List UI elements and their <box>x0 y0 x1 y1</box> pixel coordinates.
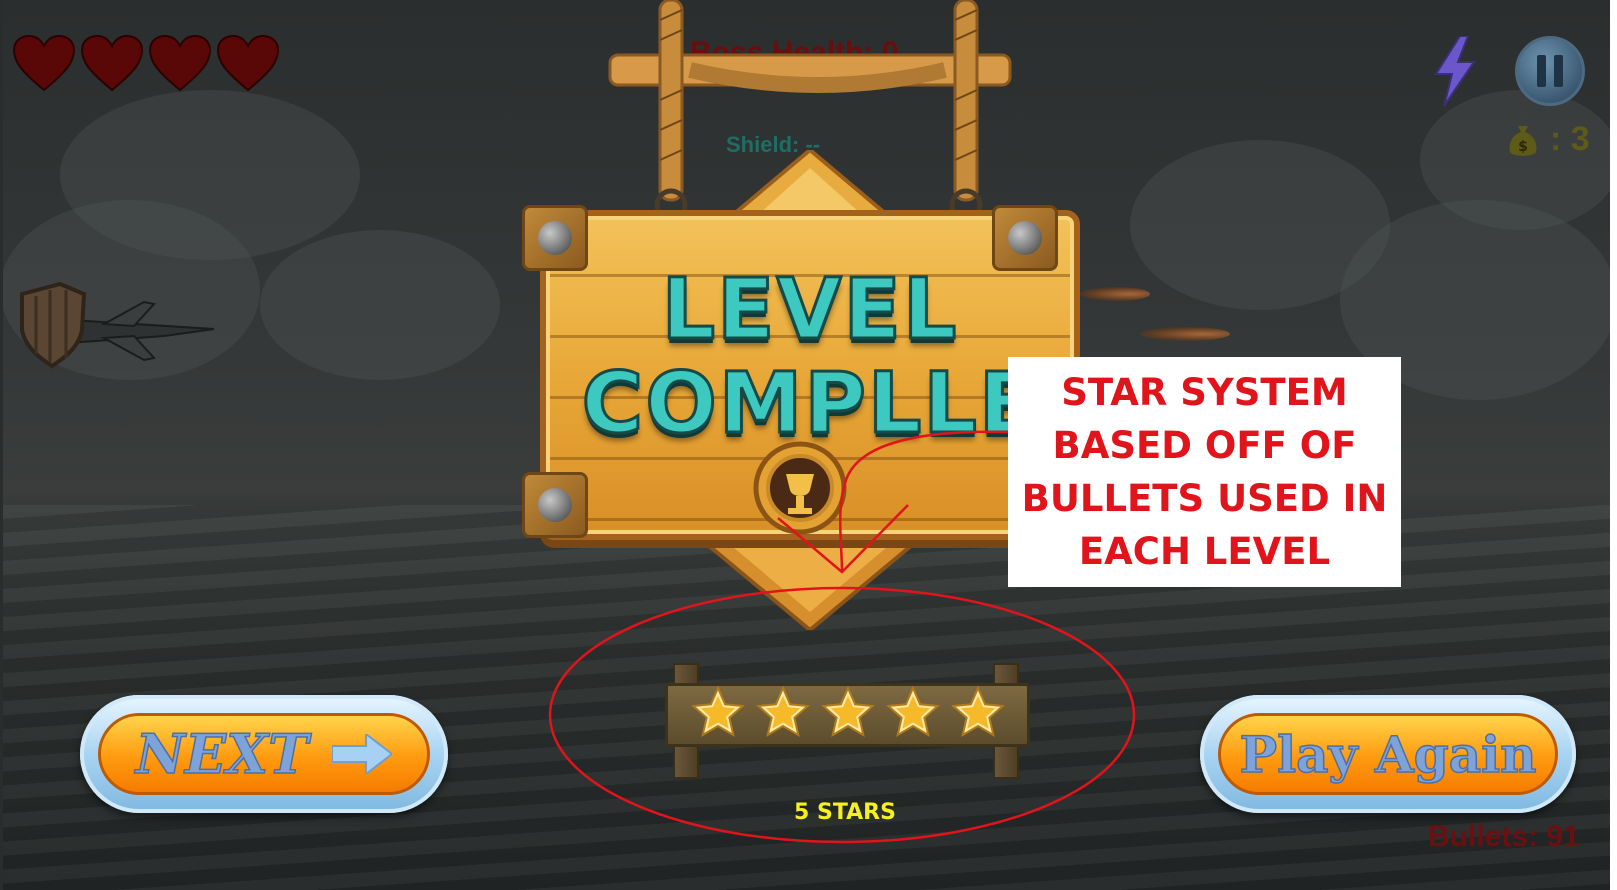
pause-icon-bar <box>1554 55 1563 87</box>
annotation-line: EACH LEVEL <box>1078 530 1331 573</box>
cloud <box>1420 90 1617 230</box>
coin-count-text: : 3 <box>1550 120 1590 158</box>
bolt-icon <box>522 472 588 538</box>
svg-text:$: $ <box>1518 139 1528 155</box>
enemy-bullet <box>1080 287 1150 301</box>
pause-icon <box>1537 55 1546 87</box>
annotation-line: STAR SYSTEM <box>1061 371 1348 414</box>
heart-icon <box>216 34 280 92</box>
money-bag-icon: $ <box>1509 125 1537 156</box>
game-scene: Boss Health: 0 Shield: -- $ : 3 LEVEL CO… <box>0 0 1617 890</box>
play-again-button[interactable]: Play Again <box>1200 695 1576 813</box>
next-button-label: NEXT <box>135 721 309 787</box>
star-filled-icon <box>951 685 1005 738</box>
heart-icon <box>80 34 144 92</box>
sign-title-line2: COMPLLE <box>580 353 1039 454</box>
sign-title-line1: LEVEL <box>660 259 959 360</box>
heart-icon <box>148 34 212 92</box>
cloud <box>260 230 500 380</box>
arrow-right-icon <box>332 734 393 774</box>
annotation-text: STAR SYSTEM BASED OFF OF BULLETS USED IN EA… <box>1022 366 1388 578</box>
star-rating-plank <box>665 663 1030 779</box>
play-again-button-label: Play Again <box>1239 724 1537 785</box>
stars-earned-label: 5 STARS <box>794 800 896 825</box>
star-filled-icon <box>821 685 875 738</box>
bullets-count-text: Bullets: 91 <box>1428 820 1580 853</box>
star-filled-icon <box>886 685 940 738</box>
pause-button[interactable] <box>1515 36 1585 106</box>
window-edge <box>0 0 3 890</box>
level-complete-sign: LEVEL COMPLLE <box>522 150 1090 630</box>
heart-icon <box>12 34 76 92</box>
next-button[interactable]: NEXT <box>80 695 448 813</box>
enemy-bullet <box>1140 327 1230 341</box>
annotation-line: BASED OFF OF <box>1052 424 1357 467</box>
coin-counter: $ : 3 <box>1506 120 1590 159</box>
annotation-note: STAR SYSTEM BASED OFF OF BULLETS USED IN EA… <box>1008 357 1401 587</box>
star-filled-icon <box>756 685 810 738</box>
star-row <box>691 685 1005 739</box>
window-edge <box>1610 0 1617 890</box>
sign-bottom-point <box>690 530 930 630</box>
lightning-icon <box>1434 36 1476 106</box>
player-jet <box>20 281 215 369</box>
annotation-line: BULLETS USED IN <box>1021 477 1388 520</box>
star-filled-icon <box>691 685 745 738</box>
lives-display <box>12 34 280 92</box>
trophy-medallion-icon <box>753 441 847 535</box>
